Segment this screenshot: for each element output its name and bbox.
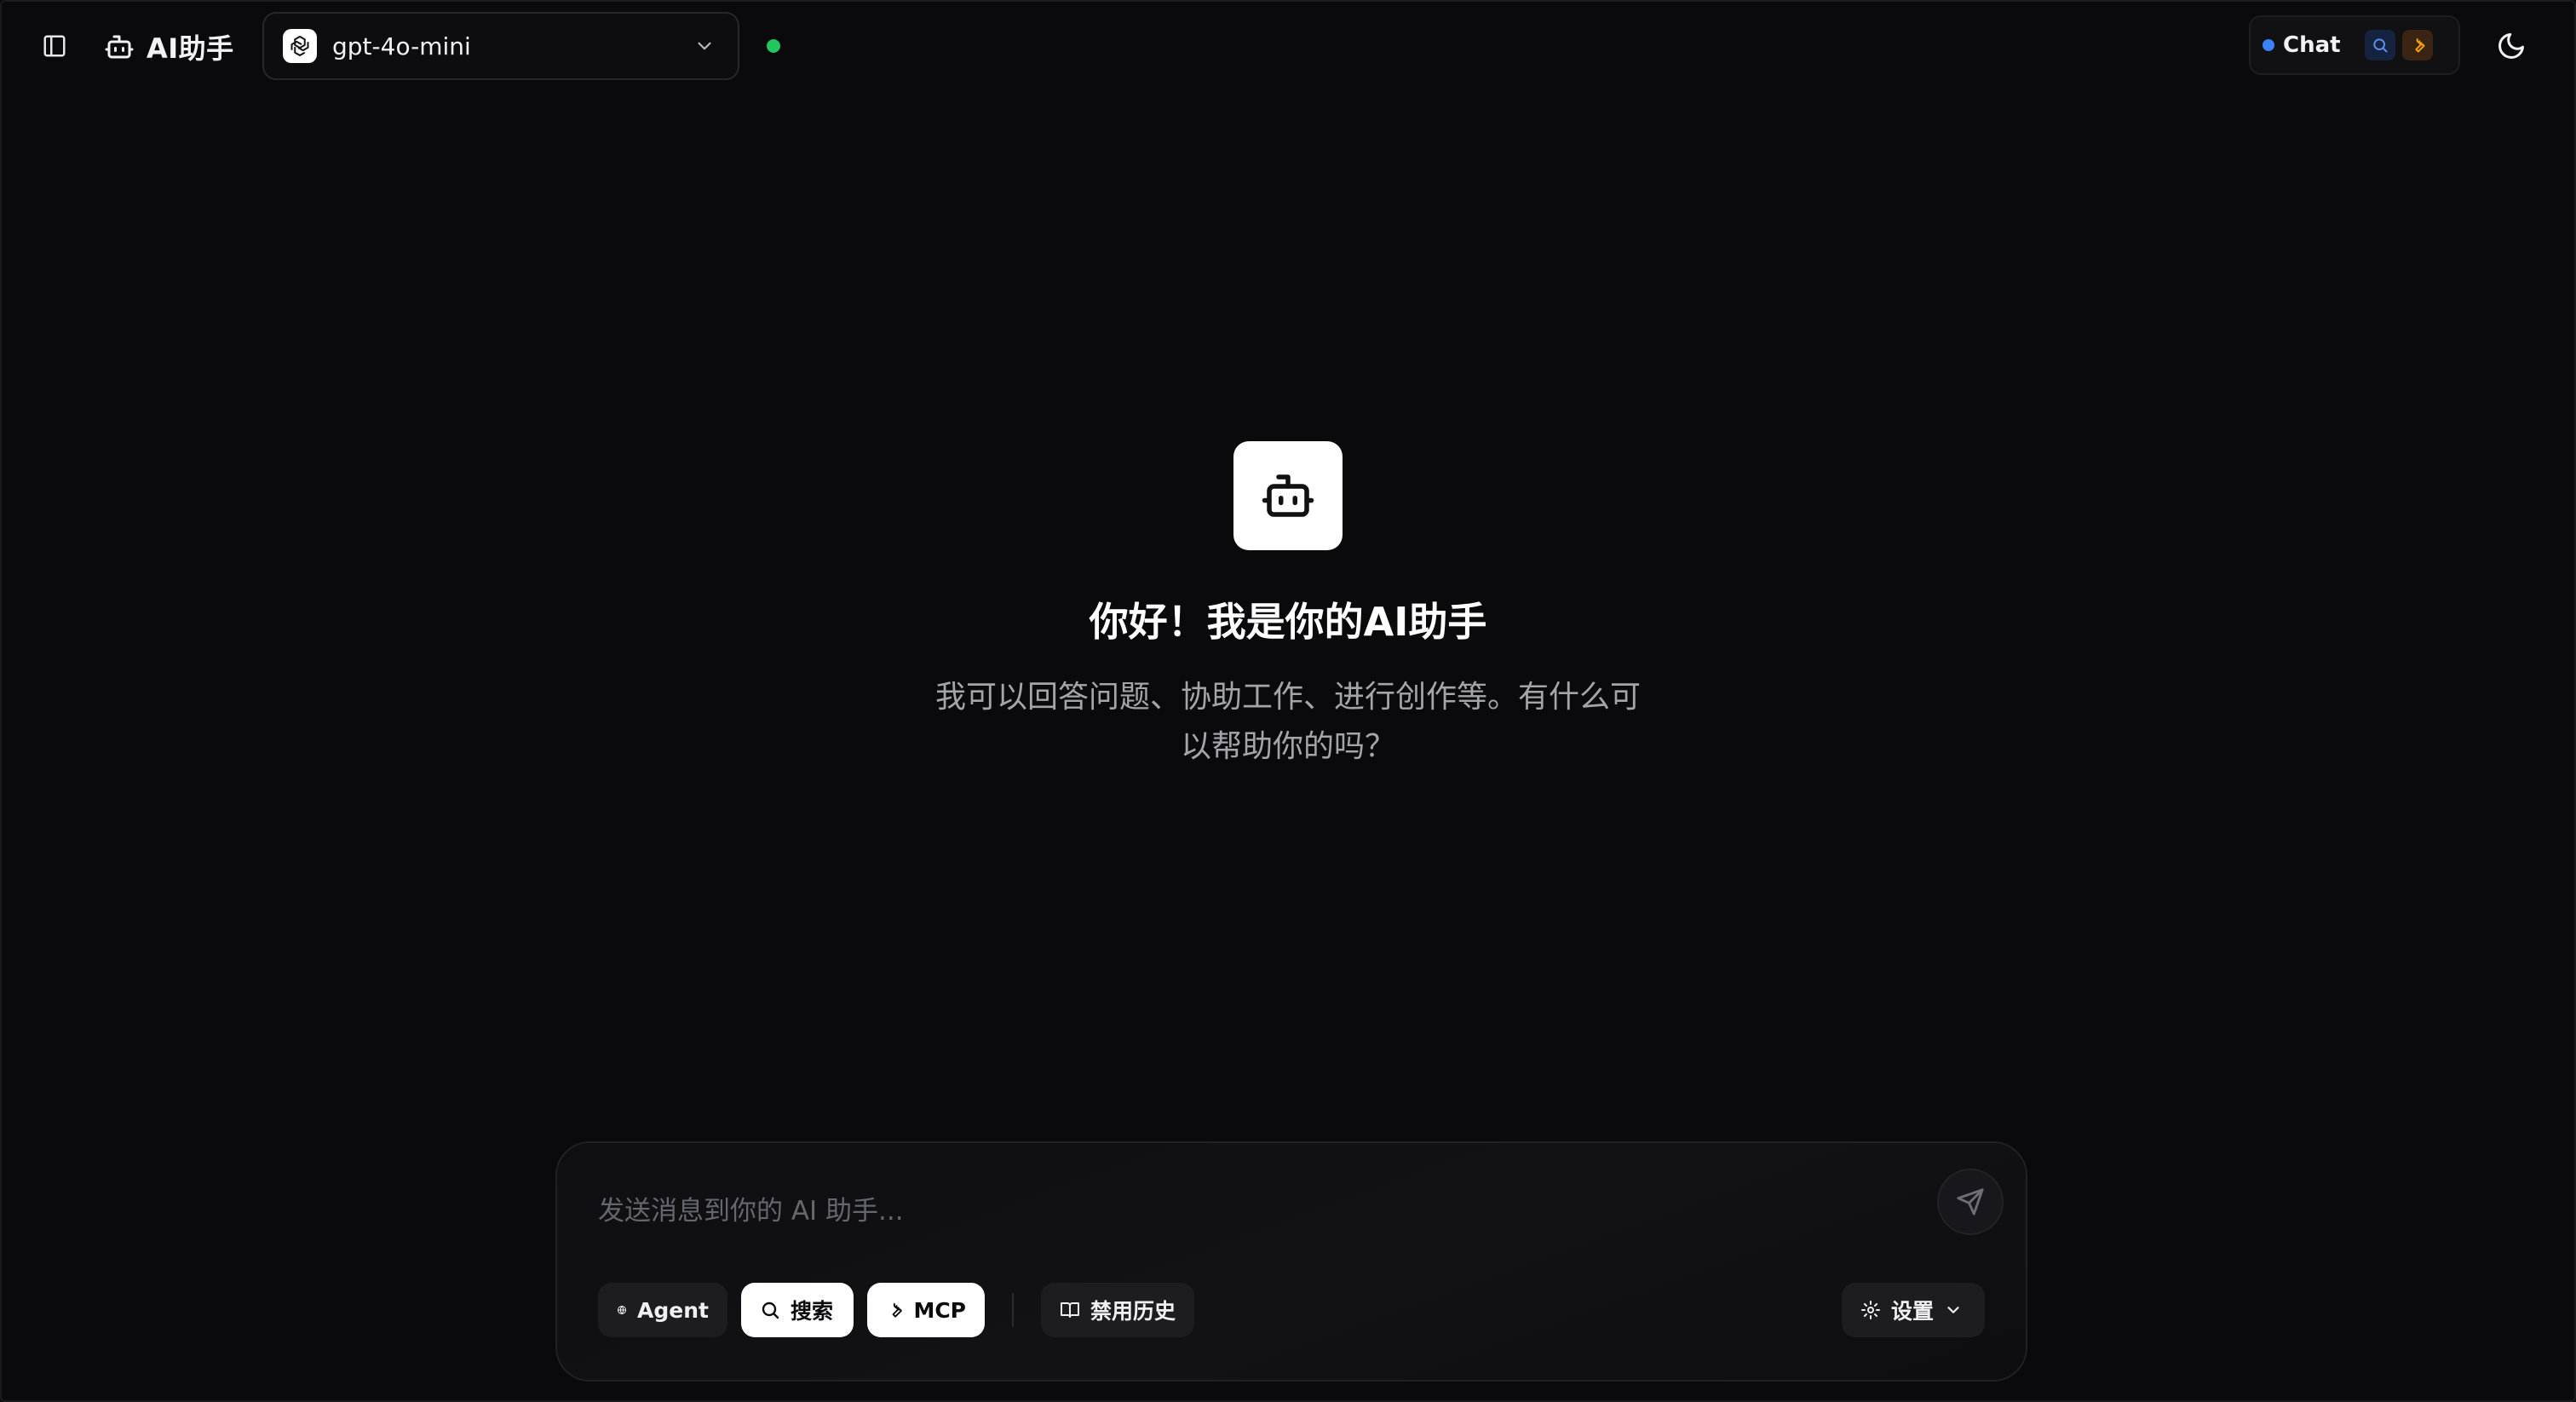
welcome-bot-tile xyxy=(1233,441,1343,550)
theme-toggle-button[interactable] xyxy=(2493,27,2530,65)
search-label: 搜索 xyxy=(791,1299,834,1324)
mode-chat-label: Chat xyxy=(2283,32,2341,58)
settings-label: 设置 xyxy=(1891,1299,1935,1324)
disable-history-button[interactable]: 禁用历史 xyxy=(1041,1283,1194,1337)
app-window: AI助手 gpt-4o-mini Chat 你好！我是你的AI助手 我可以回答问… xyxy=(0,0,2576,1402)
agent-label: Agent xyxy=(637,1297,709,1323)
send-button[interactable] xyxy=(1937,1169,2004,1235)
agent-toggle-button[interactable]: Agent xyxy=(598,1283,727,1337)
chevron-down-icon xyxy=(1947,1307,1959,1313)
mode-active-dot xyxy=(2263,39,2274,51)
brand: AI助手 xyxy=(104,27,234,66)
settings-dropdown-button[interactable]: 设置 xyxy=(1842,1283,1985,1337)
wrench-icon xyxy=(892,1302,902,1318)
globe-icon xyxy=(618,1305,627,1315)
search-icon xyxy=(762,1301,779,1319)
top-bar: AI助手 gpt-4o-mini Chat xyxy=(2,2,2574,90)
message-input[interactable] xyxy=(598,1177,1876,1245)
mode-tool-button[interactable] xyxy=(2401,30,2433,60)
book-open-icon xyxy=(1060,1302,1079,1318)
mcp-toggle-button[interactable]: MCP xyxy=(867,1283,985,1337)
sidebar-icon xyxy=(43,35,66,57)
connection-status-dot xyxy=(767,39,780,53)
brand-name: AI助手 xyxy=(147,32,234,65)
history-label: 禁用历史 xyxy=(1090,1299,1176,1324)
model-selector[interactable]: gpt-4o-mini xyxy=(262,12,739,80)
welcome-panel: 你好！我是你的AI助手 我可以回答问题、协助工作、进行创作等。有什么可以帮助你的… xyxy=(2,441,2574,772)
sidebar-toggle-button[interactable] xyxy=(39,31,70,61)
search-icon xyxy=(2372,38,2388,53)
mode-search-button[interactable] xyxy=(2364,30,2395,60)
message-composer: Agent 搜索 MCP 禁用历史 设置 xyxy=(555,1141,2027,1382)
chip-divider xyxy=(1012,1293,1014,1327)
search-toggle-button[interactable]: 搜索 xyxy=(741,1283,854,1337)
mode-switch: Chat xyxy=(2249,15,2460,75)
chevron-down-icon xyxy=(698,42,711,50)
openai-logo-icon xyxy=(283,29,317,63)
welcome-subtitle: 我可以回答问题、协助工作、进行创作等。有什么可以帮助你的吗？ xyxy=(934,680,1641,764)
model-name: gpt-4o-mini xyxy=(332,32,471,60)
bot-icon xyxy=(1262,474,1314,517)
wrench-icon xyxy=(2414,38,2425,53)
bot-icon xyxy=(105,35,134,59)
moon-icon xyxy=(2498,33,2524,59)
welcome-title: 你好！我是你的AI助手 xyxy=(1089,599,1487,645)
mcp-label: MCP xyxy=(913,1297,966,1323)
send-icon xyxy=(1957,1188,1984,1215)
mode-chat-button[interactable]: Chat xyxy=(2263,32,2341,58)
gear-icon xyxy=(1861,1301,1880,1319)
